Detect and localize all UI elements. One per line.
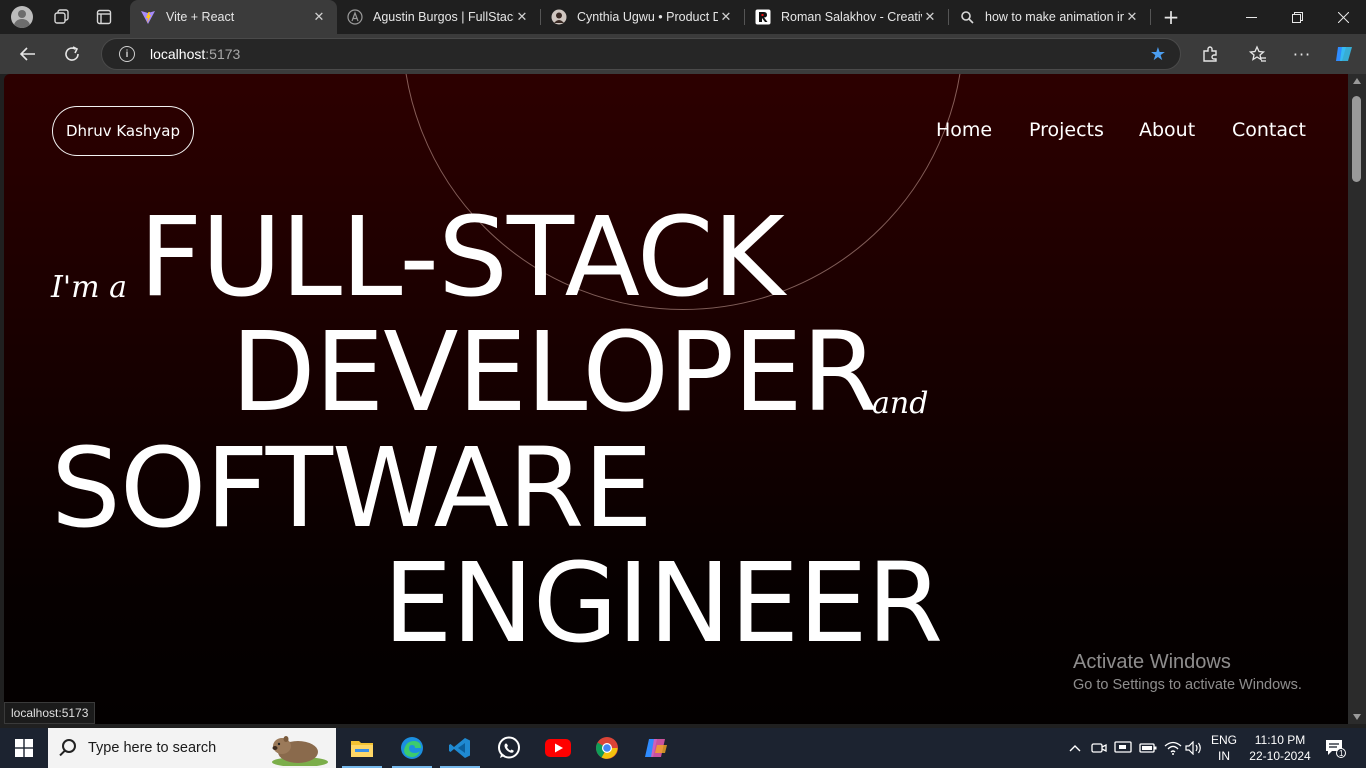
address-bar[interactable]: i localhost:5173 ★ (101, 38, 1181, 70)
clock-time: 11:10 PM (1254, 733, 1306, 747)
letter-a-icon (347, 9, 363, 25)
site-info-icon[interactable]: i (119, 46, 135, 62)
nav-projects-link[interactable]: Projects (1029, 119, 1104, 141)
brand-logo-button[interactable]: Dhruv Kashyap (52, 106, 194, 156)
favorites-icon[interactable] (1244, 40, 1272, 68)
close-tab-icon[interactable]: ✕ (922, 10, 938, 25)
hero-line-software: SOFTWARE (51, 424, 653, 552)
file-explorer-icon[interactable] (338, 728, 386, 768)
tab-title: Agustin Burgos | FullStack Dev (373, 10, 514, 24)
input-language-indicator[interactable]: ENG IN (1206, 728, 1242, 768)
hero-intro-text: I'm a (51, 270, 127, 305)
back-arrow-icon[interactable] (14, 40, 42, 68)
tab-title: Cynthia Ugwu • Product Designer (577, 10, 718, 24)
windows-taskbar: Type here to search ENG IN 11:10 PM 22-1… (0, 728, 1366, 768)
activate-windows-subtitle: Go to Settings to activate Windows. (1073, 677, 1302, 693)
wifi-icon[interactable] (1162, 728, 1184, 768)
avatar-icon (551, 9, 567, 25)
hero-and-text: and (872, 386, 929, 421)
nav-home-link[interactable]: Home (936, 119, 992, 141)
tab-roman-salakhov[interactable]: Roman Salakhov - Creative Dev ✕ (745, 0, 948, 34)
tab-search-animation[interactable]: how to make animation infinite ✕ (949, 0, 1150, 34)
search-highlight-wombat-icon (272, 736, 328, 766)
browser-toolbar: i localhost:5173 ★ ··· (0, 34, 1366, 74)
hero-line-engineer: ENGINEER (383, 539, 943, 667)
meet-now-icon[interactable] (1089, 728, 1109, 768)
minimize-icon[interactable] (1228, 0, 1274, 34)
hero-line-full-stack: FULL-STACK (139, 193, 785, 321)
tab-agustin-burgos[interactable]: Agustin Burgos | FullStack Dev ✕ (337, 0, 540, 34)
tab-divider (1150, 9, 1151, 25)
copilot-icon[interactable] (632, 728, 680, 768)
nav-about-link[interactable]: About (1139, 119, 1195, 141)
clock-date: 22-10-2024 (1249, 749, 1311, 763)
close-tab-icon[interactable]: ✕ (1124, 10, 1140, 25)
restore-icon[interactable] (1274, 0, 1320, 34)
region-code: IN (1218, 749, 1230, 763)
browser-tab-strip: Vite + React ✕ Agustin Burgos | FullStac… (0, 0, 1366, 34)
close-tab-icon[interactable]: ✕ (718, 10, 734, 25)
display-icon[interactable] (1112, 728, 1134, 768)
profile-avatar-icon[interactable] (11, 6, 33, 28)
search-icon (959, 9, 975, 25)
clock[interactable]: 11:10 PM 22-10-2024 (1244, 728, 1316, 768)
activate-windows-title: Activate Windows (1073, 651, 1231, 673)
tab-actions-icon[interactable] (93, 6, 115, 28)
search-icon (62, 739, 76, 753)
workspaces-icon[interactable] (51, 6, 73, 28)
volume-icon[interactable] (1184, 728, 1204, 768)
url-text: localhost:5173 (150, 46, 241, 62)
tab-title: how to make animation infinite (985, 10, 1124, 24)
windows-start-icon[interactable] (0, 728, 48, 768)
vite-icon (140, 9, 156, 25)
link-hover-status: localhost:5173 (4, 702, 96, 724)
scroll-down-icon[interactable] (1353, 714, 1361, 720)
more-options-icon[interactable]: ··· (1288, 40, 1316, 68)
youtube-icon[interactable] (534, 728, 582, 768)
notification-count-badge: 1 (1339, 749, 1344, 758)
nav-contact-link[interactable]: Contact (1232, 119, 1306, 141)
notification-center-icon[interactable]: 1 (1320, 728, 1350, 768)
page-scrollbar[interactable] (1348, 74, 1366, 724)
edge-icon[interactable] (388, 728, 436, 768)
tab-title: Vite + React (166, 10, 235, 24)
scroll-up-icon[interactable] (1353, 78, 1361, 84)
language-code: ENG (1210, 733, 1237, 747)
tab-cynthia-ugwu[interactable]: Cynthia Ugwu • Product Designer ✕ (541, 0, 744, 34)
copilot-icon[interactable] (1330, 40, 1358, 68)
battery-icon[interactable] (1137, 728, 1159, 768)
close-tab-icon[interactable]: ✕ (514, 10, 530, 25)
close-window-icon[interactable] (1320, 0, 1366, 34)
favorite-star-icon[interactable]: ★ (1150, 44, 1166, 65)
refresh-icon[interactable] (58, 40, 86, 68)
extensions-icon[interactable] (1196, 40, 1224, 68)
hero-line-developer: DEVELOPER (231, 308, 878, 436)
new-tab-icon[interactable]: + (1160, 5, 1182, 29)
close-tab-icon[interactable]: ✕ (311, 10, 327, 25)
vscode-icon[interactable] (436, 728, 484, 768)
search-placeholder: Type here to search (88, 740, 217, 756)
chrome-icon[interactable] (583, 728, 631, 768)
taskbar-search-box[interactable]: Type here to search (48, 728, 336, 768)
tab-title: Roman Salakhov - Creative Dev (781, 10, 922, 24)
r-logo-icon (755, 9, 771, 25)
whatsapp-icon[interactable] (485, 728, 533, 768)
show-hidden-icons-chevron-icon[interactable] (1066, 728, 1084, 768)
page-viewport: Dhruv Kashyap Home Projects About Contac… (4, 74, 1348, 724)
tab-vite-react[interactable]: Vite + React ✕ (130, 0, 337, 34)
scrollbar-thumb[interactable] (1352, 96, 1361, 182)
